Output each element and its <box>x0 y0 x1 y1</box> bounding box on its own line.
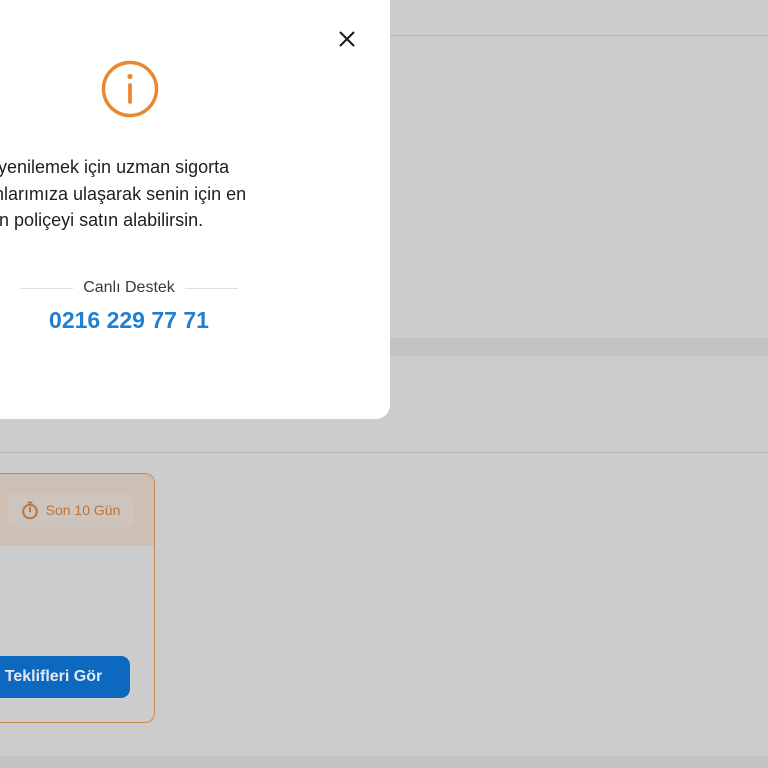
live-support-label: Canlı Destek <box>83 279 175 296</box>
live-support-row: Canlı Destek <box>20 279 238 297</box>
message-line: smanlarımıza ulaşarak senin için en <box>0 183 247 204</box>
remaining-days-badge: Son 10 Gün <box>7 493 134 527</box>
divider <box>184 287 238 289</box>
message-line: uygun poliçeyi satın alabilirsin. <box>0 210 204 230</box>
modal-message: çeni yenilemek için uzman sigorta smanla… <box>0 154 330 234</box>
divider <box>20 287 74 289</box>
page: Son 10 Gün Teklifleri Gör çeni yenilemek… <box>0 0 768 768</box>
divider <box>0 452 768 453</box>
info-modal: çeni yenilemek için uzman sigorta smanla… <box>0 0 390 419</box>
close-button[interactable] <box>333 27 361 55</box>
support-phone-link[interactable]: 0216 229 77 71 <box>20 307 238 334</box>
section-band <box>0 756 768 768</box>
message-line: çeni yenilemek için uzman sigorta <box>0 157 230 177</box>
close-icon <box>339 31 355 52</box>
policy-card: Son 10 Gün Teklifleri Gör <box>0 473 155 723</box>
badge-label: Son 10 Gün <box>45 502 121 518</box>
stopwatch-icon <box>21 501 39 520</box>
info-icon <box>100 59 160 119</box>
view-offers-button[interactable]: Teklifleri Gör <box>0 656 130 698</box>
